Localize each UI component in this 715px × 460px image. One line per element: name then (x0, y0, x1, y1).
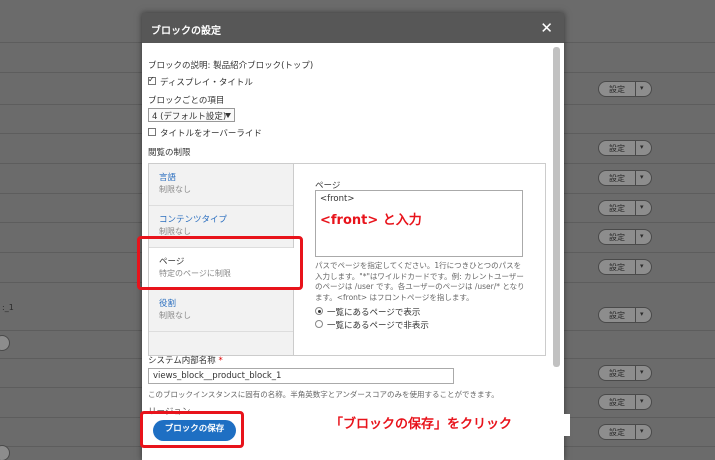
select-value: 4 (デフォルト設定) (152, 112, 227, 122)
chevron-down-icon[interactable]: ▾ (640, 173, 644, 181)
block-description: ブロックの説明: 製品紹介ブロック(トップ) (148, 61, 314, 71)
machine-name-value: views_block__product_block_1 (153, 371, 282, 381)
configure-label: 設定 (609, 144, 625, 153)
configure-button[interactable]: 設定 ▾ (598, 200, 652, 216)
pill-button[interactable] (0, 445, 10, 460)
pages-help-text: パスでページを指定してください。1行につきひとつのパスを入力します。"*"はワイ… (315, 261, 525, 302)
hide-on-listed-label: 一覧にあるページで非表示 (327, 321, 429, 331)
required-marker: * (218, 356, 223, 366)
configure-label: 設定 (609, 311, 625, 320)
configure-button[interactable]: 設定 ▾ (598, 259, 652, 275)
chevron-down-icon[interactable]: ▾ (640, 368, 644, 376)
visibility-label: 閲覧の制限 (148, 148, 191, 158)
chevron-down-icon[interactable]: ▾ (640, 84, 644, 92)
configure-label: 設定 (609, 233, 625, 242)
close-icon[interactable]: ✕ (540, 19, 553, 37)
configure-label: 設定 (609, 428, 625, 437)
tab-summary: 制限なし (159, 311, 191, 320)
override-title-checkbox[interactable] (148, 128, 156, 136)
chevron-down-icon[interactable]: ▾ (640, 203, 644, 211)
chevron-down-icon[interactable]: ▾ (640, 262, 644, 270)
tab-language[interactable]: 言語 制限なし (149, 164, 293, 206)
tab-title: コンテンツタイプ (159, 215, 228, 225)
override-title-label: タイトルをオーバーライド (160, 129, 262, 139)
display-title-label: ディスプレイ・タイトル (160, 78, 253, 88)
configure-button[interactable]: 設定 ▾ (598, 170, 652, 186)
tab-roles[interactable]: 役割 制限なし (149, 290, 293, 332)
tab-summary: 制限なし (159, 185, 191, 194)
chevron-down-icon[interactable]: ▾ (640, 310, 644, 318)
chevron-down-icon[interactable]: ▾ (640, 397, 644, 405)
pages-tab-highlight (137, 236, 303, 290)
machine-name-label: システム内部名称 * (148, 354, 223, 366)
pages-value: <front> (320, 194, 355, 204)
chevron-down-icon[interactable]: ▾ (640, 232, 644, 240)
row-label: :_1 (2, 303, 14, 312)
tab-title: 言語 (159, 173, 177, 183)
save-button-highlight (140, 411, 244, 448)
machine-name-help: このブロックインスタンスに固有の名称。半角英数字とアンダースコアのみを使用するこ… (148, 390, 499, 399)
machine-name-label-text: システム内部名称 (148, 356, 216, 366)
dialog-title: ブロックの設定 (151, 26, 221, 37)
show-on-listed-radio[interactable] (315, 307, 323, 315)
configure-button[interactable]: 設定 ▾ (598, 394, 652, 410)
chevron-down-icon[interactable]: ▾ (640, 427, 644, 435)
front-input-hint: <front> と入力 (320, 213, 422, 228)
configure-button[interactable]: 設定 ▾ (598, 424, 652, 440)
save-click-hint: 「ブロックの保存」をクリック (330, 414, 570, 436)
configure-label: 設定 (609, 174, 625, 183)
configure-button[interactable]: 設定 ▾ (598, 307, 652, 323)
show-on-listed-label: 一覧にあるページで表示 (327, 308, 421, 318)
tab-title: 役割 (159, 299, 177, 309)
items-per-block-label: ブロックごとの項目 (148, 96, 225, 106)
machine-name-input[interactable]: views_block__product_block_1 (148, 368, 454, 384)
hide-on-listed-radio[interactable] (315, 320, 323, 328)
pill-button[interactable] (0, 335, 10, 351)
configure-button[interactable]: 設定 ▾ (598, 229, 652, 245)
configure-button[interactable]: 設定 ▾ (598, 81, 652, 97)
configure-label: 設定 (609, 369, 625, 378)
configure-label: 設定 (609, 204, 625, 213)
configure-label: 設定 (609, 398, 625, 407)
configure-button[interactable]: 設定 ▾ (598, 365, 652, 381)
configure-label: 設定 (609, 263, 625, 272)
scrollbar[interactable] (553, 47, 560, 367)
configure-label: 設定 (609, 85, 625, 94)
chevron-down-icon (225, 113, 231, 118)
display-title-checkbox[interactable] (148, 75, 156, 85)
configure-button[interactable]: 設定 ▾ (598, 140, 652, 156)
dialog-header: ブロックの設定 ✕ (142, 13, 564, 43)
items-per-block-select[interactable]: 4 (デフォルト設定) (148, 108, 235, 122)
chevron-down-icon[interactable]: ▾ (640, 143, 644, 151)
